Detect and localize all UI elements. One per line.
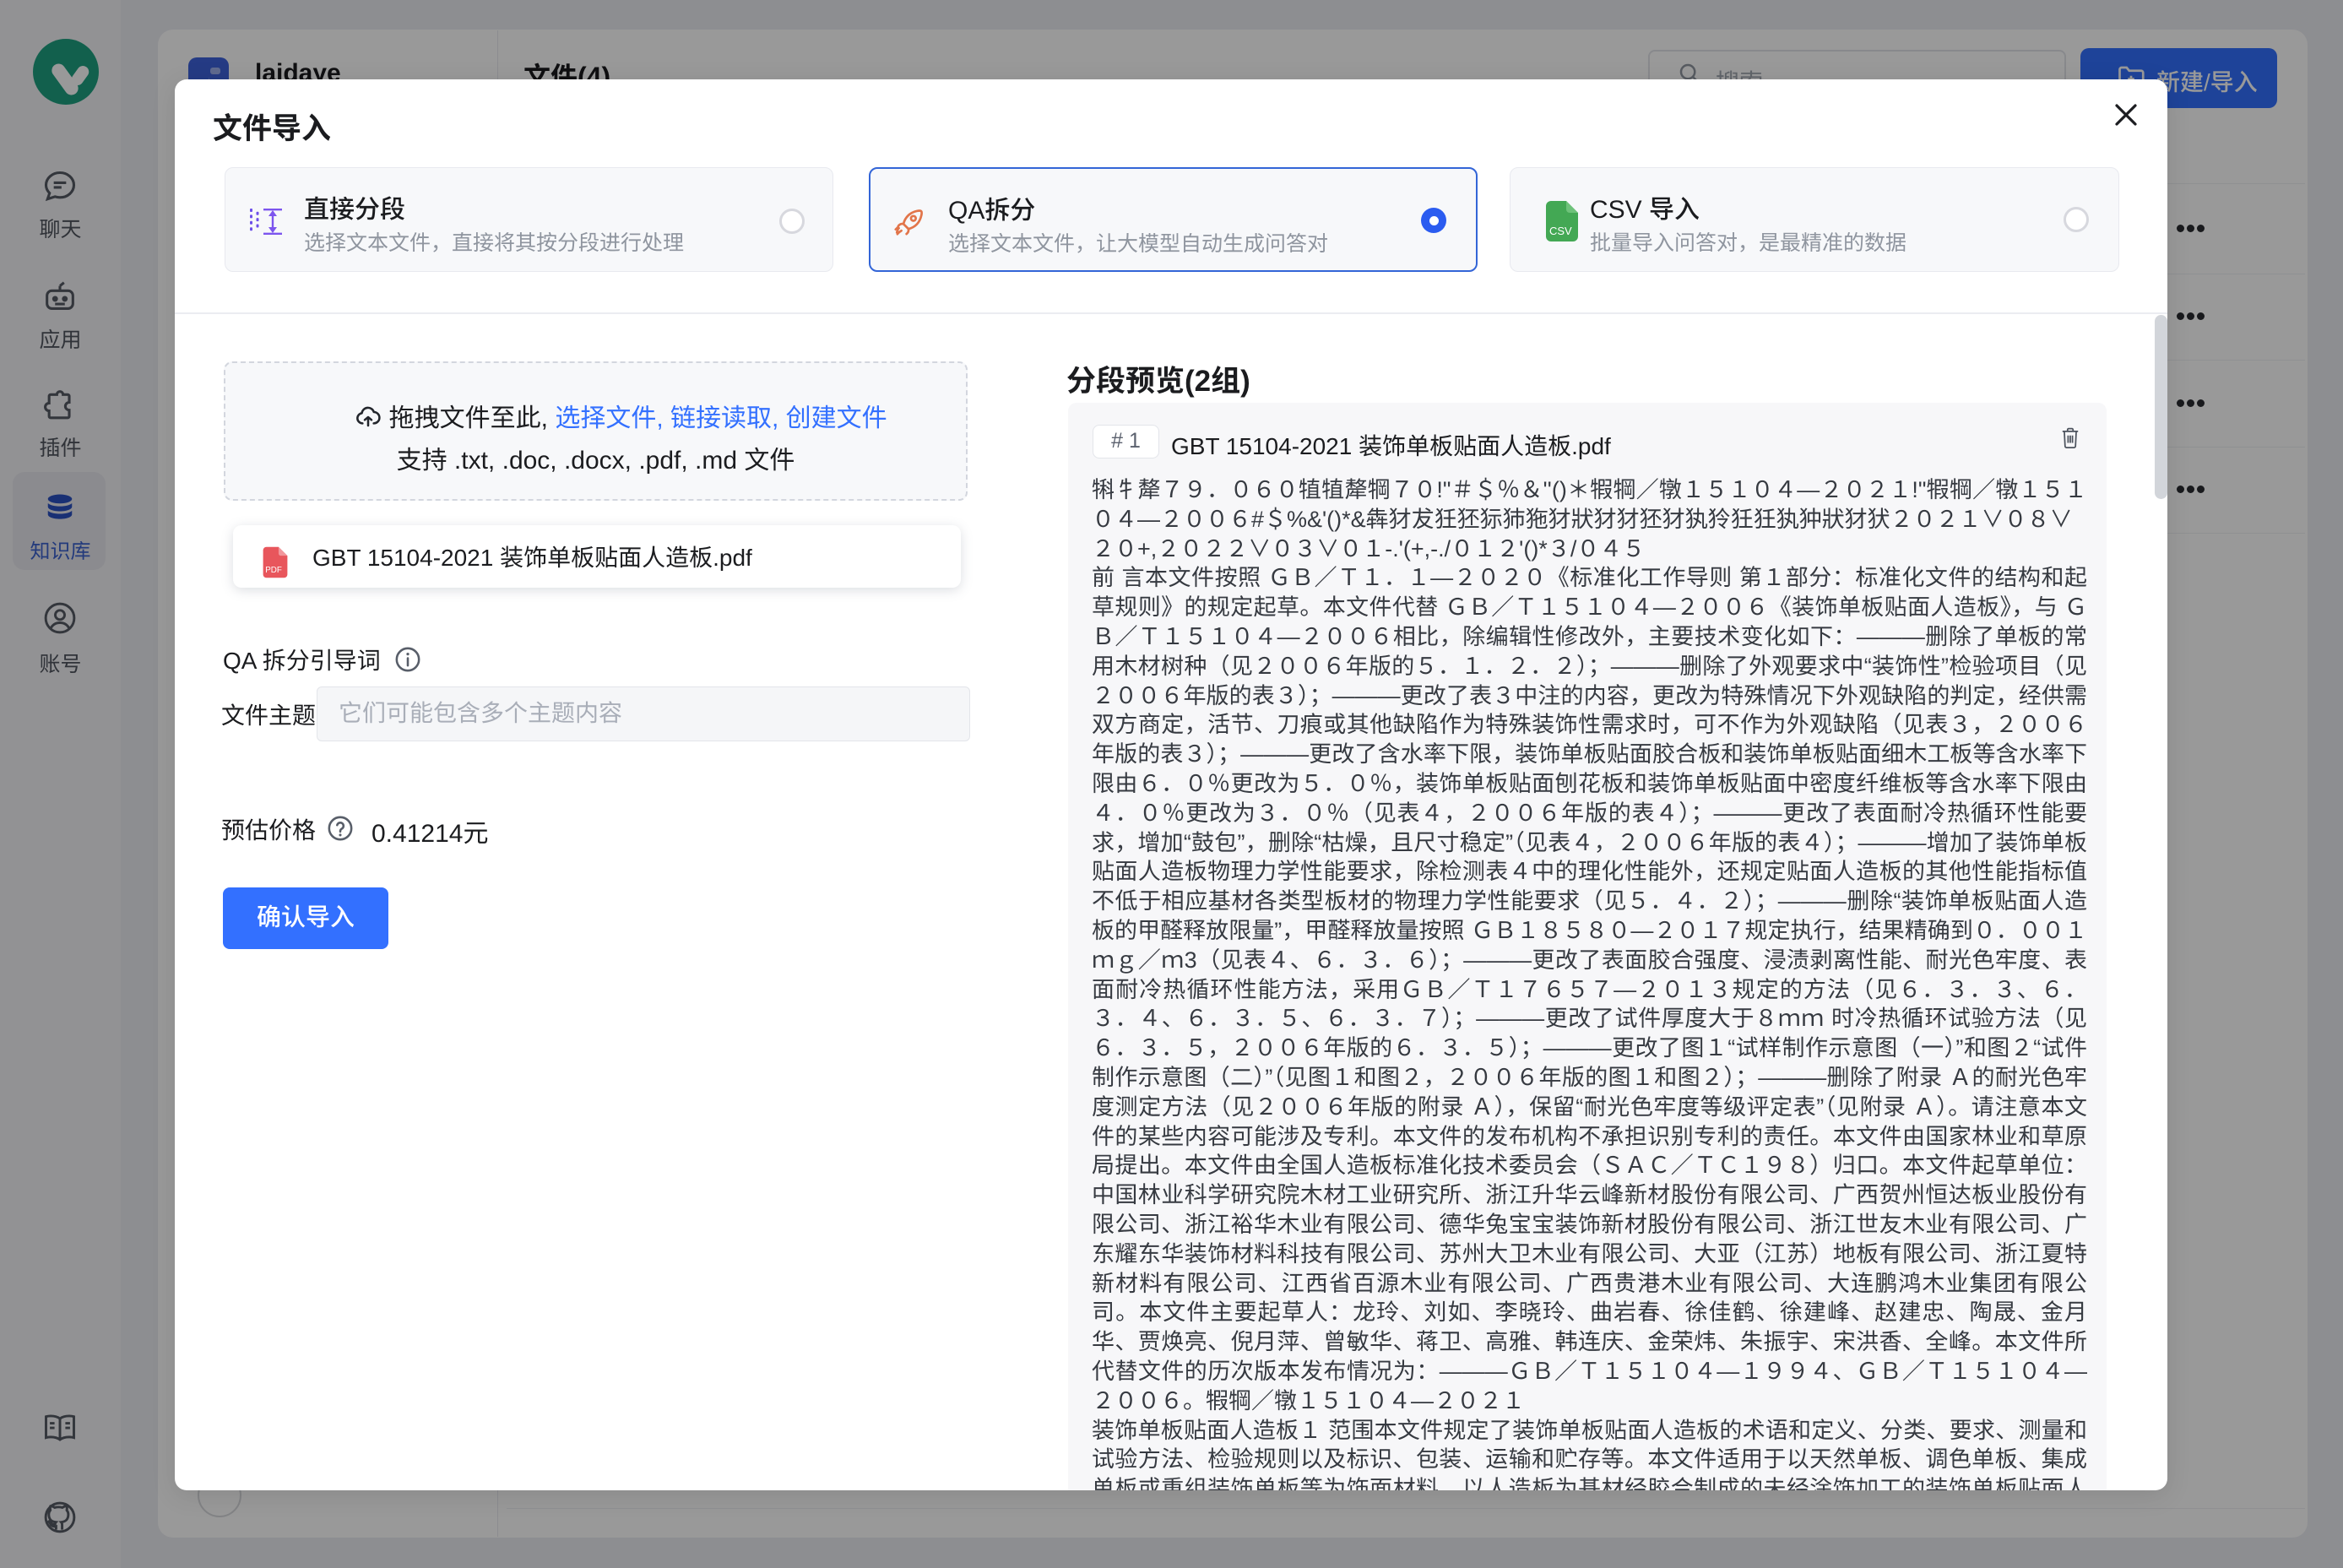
svg-text:CSV: CSV	[1549, 225, 1572, 237]
svg-text:PDF: PDF	[265, 566, 282, 575]
